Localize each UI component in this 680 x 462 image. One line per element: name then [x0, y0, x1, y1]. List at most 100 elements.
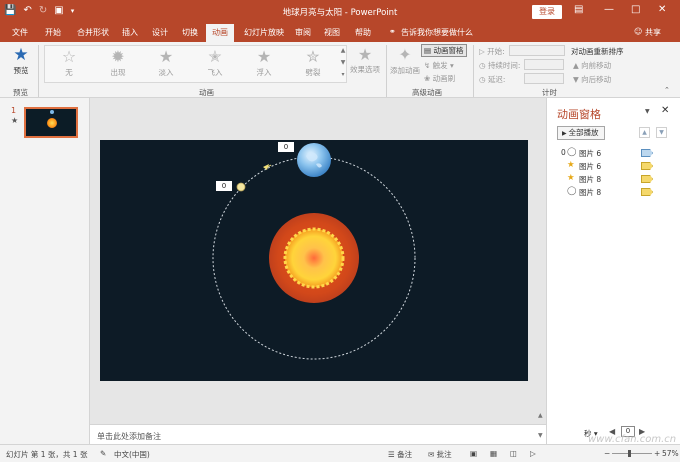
preview-star-icon: ★ [13, 45, 29, 65]
ribbon-display-options-icon[interactable]: ▤ [574, 4, 583, 15]
move-earlier-label: 向前移动 [581, 61, 612, 70]
spelling-icon[interactable]: ✎ [100, 449, 106, 458]
tab-home[interactable]: 开始 [45, 27, 61, 38]
comment-icon: ✉ [428, 450, 437, 459]
gallery-down-icon[interactable]: ▼ [339, 59, 347, 66]
timeline-bar [641, 175, 653, 183]
slide-thumbnail[interactable] [24, 107, 78, 138]
start-dropdown[interactable] [509, 45, 565, 56]
add-animation-icon: ✦ [398, 45, 412, 64]
tell-me-search[interactable]: 告诉我你想要做什么 [401, 27, 473, 38]
tab-view[interactable]: 视图 [324, 27, 340, 38]
tab-review[interactable]: 审阅 [295, 27, 311, 38]
timer-icon: ◷ [479, 75, 488, 84]
duration-label: 持续时间: [487, 61, 521, 70]
moon[interactable] [236, 182, 246, 192]
effect-label: 浮入 [256, 68, 272, 77]
scroll-page-up-icon[interactable]: ▲ [538, 412, 543, 419]
comments-label: 批注 [436, 450, 452, 459]
duration-input[interactable] [524, 59, 564, 70]
circle-path-icon: ◯ [567, 147, 577, 157]
person-icon: ☺ [634, 27, 643, 36]
add-animation-label: 添加动画 [390, 66, 420, 75]
tab-merge-shapes[interactable]: 合并形状 [77, 27, 109, 38]
comments-toggle[interactable]: ✉ 批注 [428, 449, 452, 460]
move-up-icon[interactable]: ▲ [639, 127, 650, 138]
tab-help[interactable]: 帮助 [355, 27, 371, 38]
effect-options-icon: ★ [357, 45, 373, 64]
slideshow-icon[interactable]: ▷ [530, 449, 536, 458]
zoom-level[interactable]: 57% [662, 449, 679, 458]
slide-sorter-icon[interactable]: ▦ [490, 449, 497, 458]
tab-transitions[interactable]: 切换 [182, 27, 198, 38]
effect-none[interactable]: ☆ 无 [49, 48, 89, 78]
slide-canvas[interactable]: 0 0 [100, 140, 528, 381]
animation-target-name: 图片 8 [579, 188, 602, 197]
effect-options-button[interactable]: ★ 效果选项 [350, 46, 380, 75]
reading-view-icon[interactable]: ◫ [510, 449, 517, 458]
animation-list-item[interactable]: ★ 图片 6 [561, 160, 671, 172]
animation-list-item[interactable]: ◯ 图片 8 [561, 186, 671, 198]
play-all-button[interactable]: ▶ 全部播放 [557, 126, 605, 140]
divider [386, 45, 387, 97]
move-earlier-button[interactable]: ▲ 向前移动 [573, 60, 611, 71]
maximize-icon[interactable]: □ [631, 4, 640, 15]
language-indicator[interactable]: 中文(中国) [114, 449, 150, 460]
animation-list-item[interactable]: ★ 图片 8 [561, 173, 671, 185]
animation-list-item[interactable]: 0 ◯ 图片 6 [561, 147, 671, 159]
thumbnail-earth [50, 110, 54, 114]
notes-placeholder: 单击此处添加备注 [97, 432, 161, 441]
group-label-advanced: 高级动画 [412, 88, 442, 97]
timeline-bar [641, 162, 653, 170]
zoom-out-icon[interactable]: − [604, 449, 610, 458]
brush-icon: ❀ [424, 74, 433, 83]
animation-tag-earth[interactable]: 0 [278, 142, 294, 152]
zoom-slider-handle[interactable] [628, 450, 631, 457]
animation-tag-moon[interactable]: 0 [216, 181, 232, 191]
gallery-more-icon[interactable]: ▾ [339, 71, 347, 78]
tab-file[interactable]: 文件 [12, 27, 28, 38]
notes-pane[interactable]: 单击此处添加备注 [90, 424, 546, 444]
minimize-icon[interactable]: — [604, 4, 614, 15]
watermark: www.cfan.com.cn [588, 434, 677, 445]
zoom-slider[interactable] [612, 453, 652, 454]
gallery-up-icon[interactable]: ▲ [339, 47, 347, 54]
effect-split[interactable]: ✮ 劈裂 [293, 48, 333, 78]
preview-button[interactable]: ★ 预览 [9, 45, 33, 76]
star-fade-icon: ★ [158, 47, 174, 66]
tab-animations[interactable]: 动画 [206, 24, 234, 42]
effect-fade[interactable]: ★ 淡入 [146, 48, 186, 78]
add-animation-button[interactable]: ✦ 添加动画 [390, 45, 420, 76]
tab-insert[interactable]: 插入 [122, 27, 138, 38]
login-button[interactable]: 登录 [532, 5, 562, 19]
tab-slideshow[interactable]: 幻灯片放映 [244, 27, 284, 38]
effect-float-in[interactable]: ★ 浮入 [244, 48, 284, 78]
slide-thumbnails-panel: 1 ★ [0, 98, 90, 444]
delay-label: 延迟: [487, 75, 506, 84]
trigger-button[interactable]: ↯ 触发 ▾ [424, 60, 454, 71]
duration-label-row: ◷ 持续时间: [479, 60, 520, 71]
notes-toggle[interactable]: ☰ 备注 [388, 449, 412, 460]
effect-fly-in[interactable]: ✭ 飞入 [195, 48, 235, 78]
divider [473, 45, 474, 97]
effect-label: 淡入 [158, 68, 174, 77]
normal-view-icon[interactable]: ▣ [470, 449, 477, 458]
pane-options-icon[interactable]: ▼ [645, 108, 650, 115]
status-bar: 幻灯片 第 1 张，共 1 张 ✎ 中文(中国) ☰ 备注 ✉ 批注 ▣ ▦ ◫… [0, 444, 680, 462]
notes-icon: ☰ [388, 450, 398, 459]
delay-input[interactable] [524, 73, 564, 84]
scroll-page-down-icon[interactable]: ▼ [538, 432, 543, 439]
close-icon[interactable]: ✕ [658, 4, 666, 15]
move-later-button[interactable]: ▼ 向后移动 [573, 74, 611, 85]
move-down-icon[interactable]: ▼ [656, 127, 667, 138]
zoom-in-icon[interactable]: + [654, 449, 660, 458]
effect-label: 劈裂 [305, 68, 321, 77]
animation-pane-label: 动画窗格 [433, 46, 464, 55]
collapse-ribbon-icon[interactable]: ⌃ [664, 86, 670, 94]
animation-pane-button[interactable]: ▤ 动画窗格 [421, 44, 467, 57]
tab-design[interactable]: 设计 [152, 27, 168, 38]
animation-painter-button[interactable]: ❀ 动画刷 [424, 73, 455, 84]
close-pane-icon[interactable]: ✕ [661, 105, 669, 116]
effect-appear[interactable]: ✹ 出现 [98, 48, 138, 78]
share-button[interactable]: 共享 [645, 27, 661, 38]
